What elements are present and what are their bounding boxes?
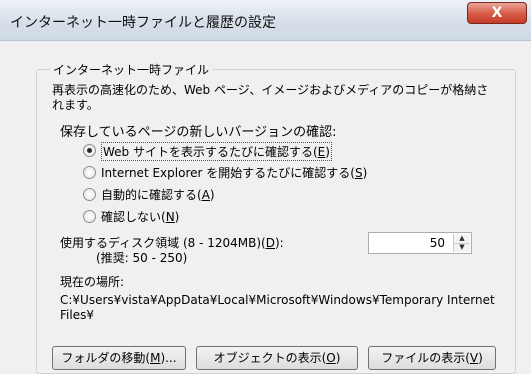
radio-label-automatic[interactable]: 自動的に確認する(A) [101, 186, 215, 203]
spinner-arrows[interactable]: ▲ ▼ [453, 234, 470, 252]
group-legend: インターネット一時ファイル [50, 61, 213, 78]
close-icon: X [491, 5, 503, 21]
description-line2: れます。 [52, 98, 99, 112]
location-path-line1: C:¥Users¥vista¥AppData¥Local¥Microsoft¥W… [60, 293, 495, 307]
location-path-line2: Files¥ [60, 308, 94, 322]
close-button[interactable]: X [467, 2, 527, 24]
radio-label-every-start[interactable]: Internet Explorer を開始するたびに確認する(S) [101, 164, 367, 181]
radio-label-never[interactable]: 確認しない(N) [101, 208, 179, 225]
radio-button-every-visit[interactable] [83, 144, 96, 157]
title-bar[interactable]: インターネット一時ファイルと履歴の設定 X [0, 0, 531, 41]
window-title: インターネット一時ファイルと履歴の設定 [10, 15, 276, 31]
spin-down-arrow-icon[interactable]: ▼ [454, 243, 470, 252]
radio-button-never[interactable] [83, 210, 96, 223]
dialog-body: インターネット一時ファイル 再表示の高速化のため、Web ページ、イメージおよび… [0, 41, 531, 374]
radio-button-every-start[interactable] [83, 166, 96, 179]
view-files-button[interactable]: ファイルの表示(V) [368, 346, 496, 370]
disk-space-spinner[interactable]: 50 ▲ ▼ [368, 232, 472, 254]
disk-recommend-label: (推奨: 50 - 250) [96, 251, 188, 265]
view-objects-button[interactable]: オブジェクトの表示(O) [196, 346, 358, 370]
check-heading: 保存しているページの新しいバージョンの確認: [60, 125, 337, 140]
disk-space-value[interactable]: 50 [430, 236, 445, 250]
move-folder-button[interactable]: フォルダの移動(M)... [52, 346, 186, 370]
location-label: 現在の場所: [60, 275, 125, 289]
description-line1: 再表示の高速化のため、Web ページ、イメージおよびメディアのコピーが格納さ [52, 83, 489, 97]
radio-label-every-visit[interactable]: Web サイトを表示するたびに確認する(E) [101, 142, 332, 161]
radio-button-automatic[interactable] [83, 188, 96, 201]
